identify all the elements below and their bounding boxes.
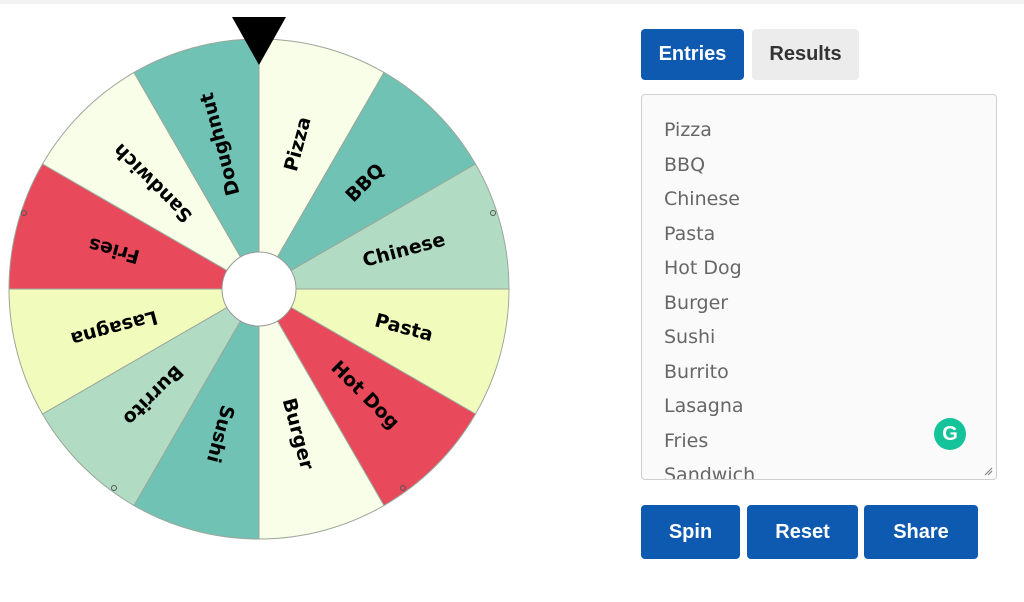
spin-wheel[interactable]: PizzaBBQChinesePastaHot DogBurgerSushiBu… xyxy=(0,0,520,600)
reset-button[interactable]: Reset xyxy=(747,505,858,559)
entry-line: Burrito xyxy=(664,360,729,383)
entry-line: Sandwich xyxy=(664,464,756,480)
tab-entries[interactable]: Entries xyxy=(641,29,744,80)
resize-handle-icon[interactable] xyxy=(983,466,993,476)
tab-results[interactable]: Results xyxy=(752,29,859,80)
entry-line: Chinese xyxy=(664,188,740,210)
spin-button[interactable]: Spin xyxy=(641,505,740,559)
tab-bar: Entries Results xyxy=(641,29,859,80)
entry-line: BBQ xyxy=(664,153,706,176)
wheel-center-hub[interactable] xyxy=(221,251,297,327)
grammarly-icon[interactable]: G xyxy=(934,418,966,450)
entry-line: Pasta xyxy=(664,222,716,245)
share-button[interactable]: Share xyxy=(864,505,978,559)
entry-line: Fries xyxy=(664,429,709,452)
entries-textarea[interactable]: Pizza BBQ Chinese Pasta Hot Dog Burger Sushi Bu… xyxy=(641,94,997,480)
entry-line: Sushi xyxy=(664,326,716,348)
entry-line: Lasagna xyxy=(664,395,744,417)
entry-line: Burger xyxy=(664,291,729,314)
entry-line: Hot Dog xyxy=(664,257,742,279)
entry-line: Pizza xyxy=(664,119,712,141)
